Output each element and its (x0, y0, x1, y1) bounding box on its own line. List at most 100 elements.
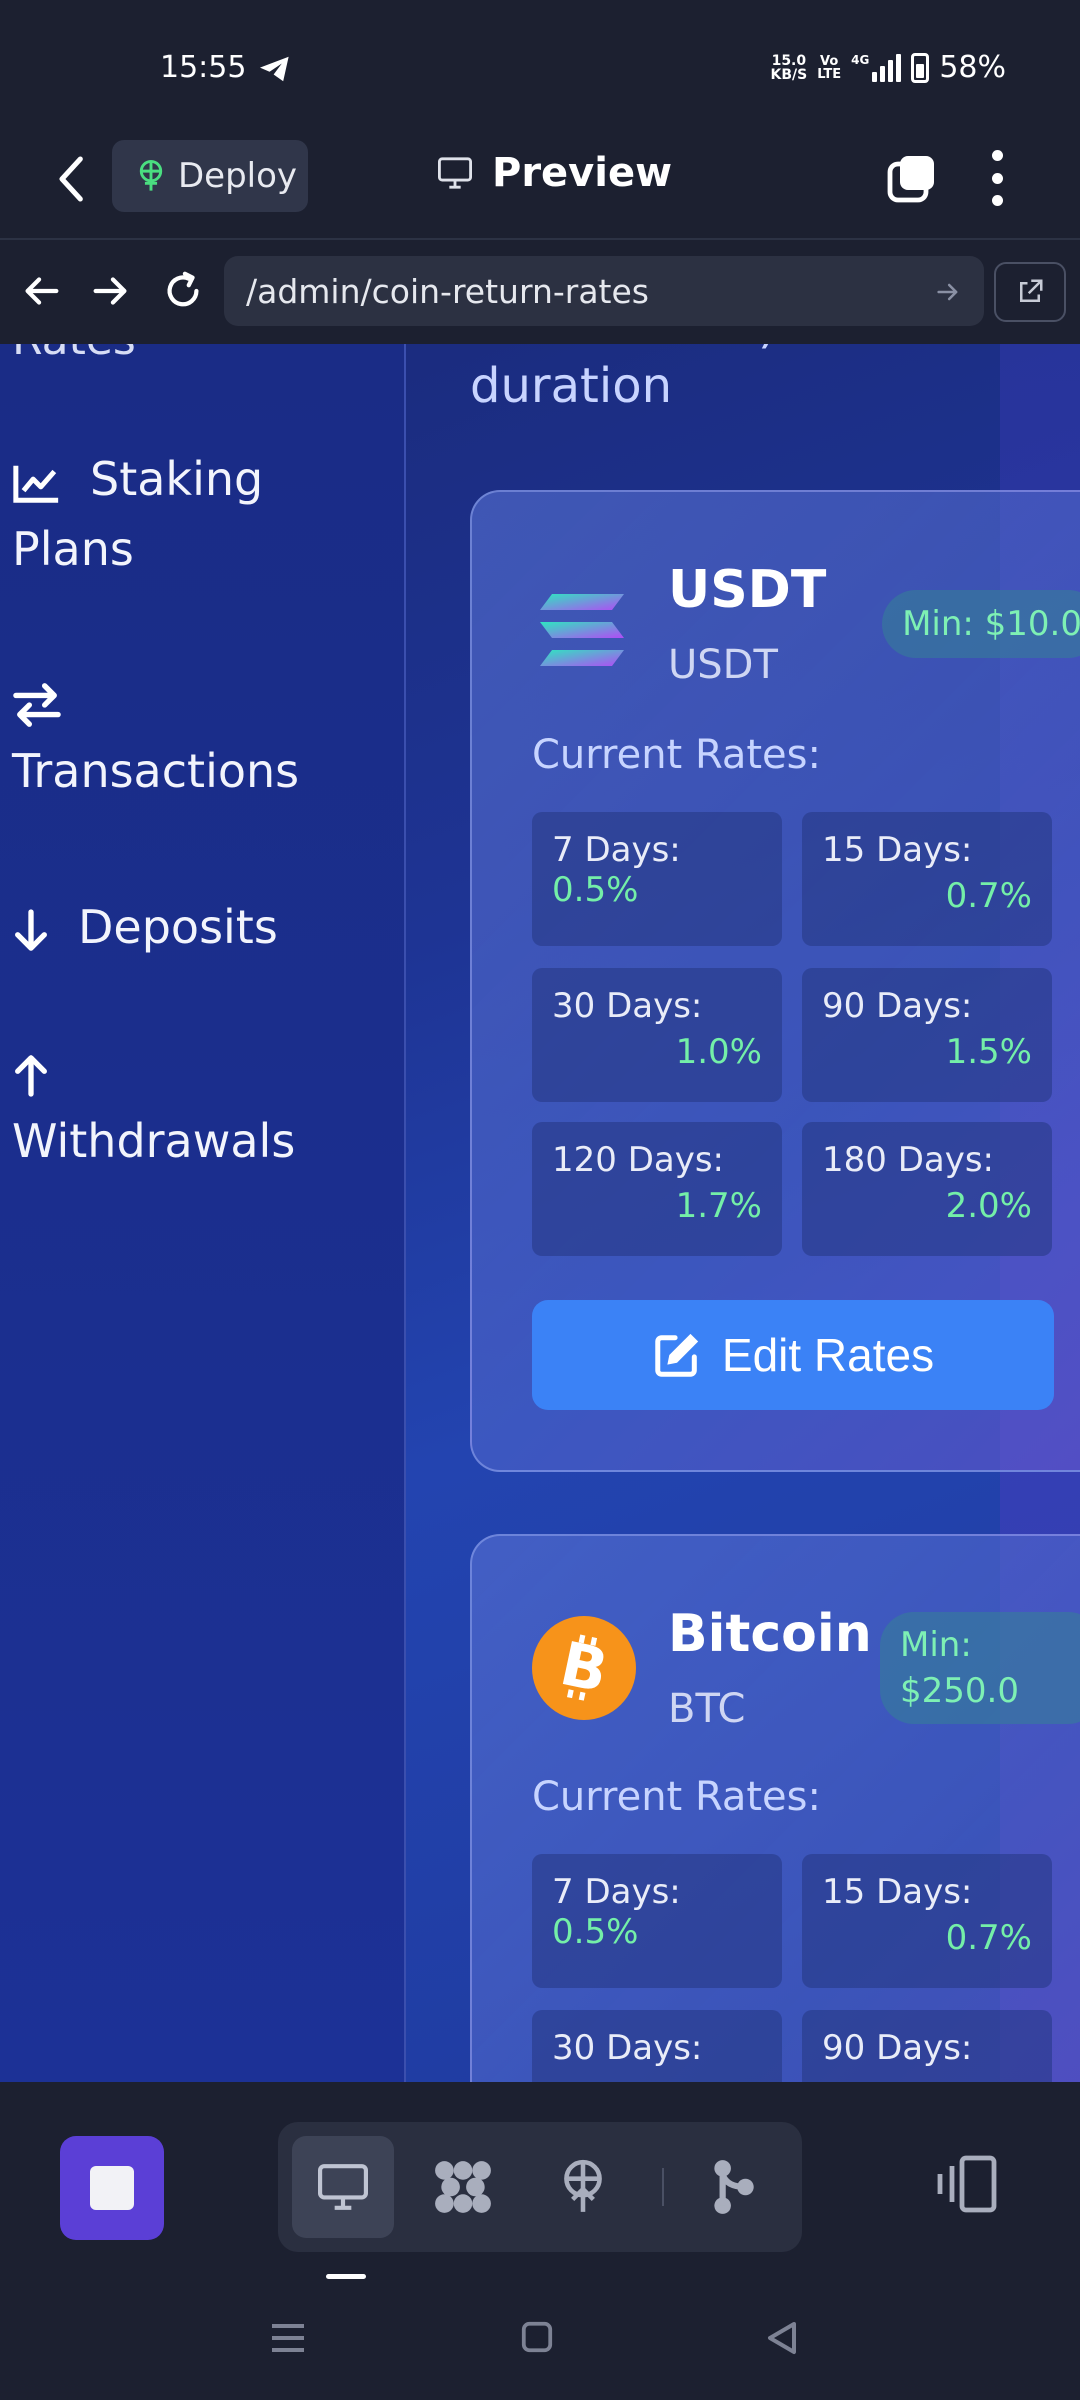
browser-forward-icon[interactable] (88, 268, 134, 314)
network-speed-unit: KB/S (770, 66, 808, 83)
coin-name: Bitcoin (668, 1604, 872, 1664)
rate-box-180-days: 180 Days: 2.0% (802, 1122, 1052, 1256)
rates-heading: Current Rates: (532, 1774, 821, 1820)
rate-value: 1.5% (945, 1032, 1032, 1072)
rate-label: 120 Days: (552, 1140, 725, 1180)
page-title-text: Preview (492, 150, 673, 196)
url-input[interactable]: /admin/coin-return-rates (224, 256, 984, 326)
active-tab-indicator (326, 2274, 366, 2279)
sidebar-item-deposits[interactable]: Deposits (12, 892, 278, 962)
sidebar-item-label: Staking (90, 452, 264, 506)
go-arrow-icon[interactable] (934, 278, 962, 306)
monitor-icon (438, 157, 472, 189)
rate-box-120-days: 120 Days: 1.7% (532, 1122, 782, 1256)
rate-label: 7 Days: (552, 1872, 681, 1912)
stop-button[interactable] (60, 2136, 164, 2240)
rate-label: 30 Days: (552, 986, 703, 1026)
rate-value: 2.0% (945, 1186, 1032, 1226)
main-content: ) duration USDT USDT Min: $10.0 (408, 344, 1080, 2082)
open-external-button[interactable] (994, 262, 1066, 322)
deploy-icon (564, 2159, 602, 2212)
admin-sidebar: Rates Staking Plans Transactions Deposi (0, 344, 406, 2082)
rate-label: 7 Days: (552, 830, 681, 870)
tabs-icon[interactable] (886, 152, 938, 204)
intro-text: duration (470, 358, 672, 414)
toolbar-divider (662, 2168, 664, 2206)
rates-heading: Current Rates: (532, 732, 821, 778)
sidebar-item-staking-plans[interactable]: Staking Plans (12, 444, 263, 584)
rate-box-7-days: 7 Days: 0.5% (532, 1854, 782, 1988)
volte-icon: Vo LTE (817, 55, 841, 81)
min-value: $250.0 (900, 1671, 1019, 1711)
bitcoin-logo-icon: B (532, 1616, 636, 1720)
stop-icon (90, 2166, 134, 2210)
status-bar: 15:55 15.0 KB/S Vo LTE 4G 58% (0, 0, 1080, 120)
rate-label: 90 Days: (822, 2028, 973, 2068)
git-mode-button[interactable] (682, 2136, 784, 2238)
network-type: 4G (851, 52, 870, 67)
coin-card-bitcoin: B Bitcoin BTC Min: $250.0 Current Rates:… (470, 1534, 1080, 2082)
edit-rates-button[interactable]: Edit Rates (532, 1300, 1054, 1410)
monitor-icon (318, 2164, 368, 2210)
back-icon[interactable] (52, 154, 92, 204)
more-options-icon[interactable] (990, 150, 1004, 206)
network-speed: 15.0 KB/S (771, 54, 808, 82)
url-bar: /admin/coin-return-rates (0, 242, 1080, 344)
status-time: 15:55 (160, 50, 247, 85)
sidebar-item-transactions[interactable]: Transactions (12, 666, 299, 806)
preview-mode-button[interactable] (292, 2136, 394, 2238)
recents-icon[interactable] (268, 2320, 308, 2356)
rate-label: 15 Days: (822, 1872, 973, 1912)
sidebar-item-label: Deposits (78, 900, 278, 954)
deploy-icon (139, 159, 163, 191)
rate-value: 0.5% (552, 870, 639, 910)
layout-toggle-icon[interactable] (934, 2154, 1002, 2214)
rate-label: 15 Days: (822, 830, 973, 870)
deploy-mode-button[interactable] (532, 2136, 634, 2238)
usdt-logo-icon (540, 594, 624, 666)
deploy-button[interactable]: Deploy (112, 140, 308, 212)
git-branch-icon (714, 2160, 754, 2214)
min-amount-badge: Min: $10.0 (882, 590, 1080, 658)
network-speed-value: 15.0 (771, 52, 807, 69)
signal-icon: 4G (851, 52, 902, 82)
telegram-icon (260, 56, 289, 82)
browser-back-icon[interactable] (18, 268, 64, 314)
arrow-down-icon (15, 908, 47, 951)
rate-label: 90 Days: (822, 986, 973, 1026)
edit-icon (655, 1333, 699, 1377)
edit-rates-label: Edit Rates (721, 1329, 935, 1381)
system-back-icon[interactable] (764, 2320, 800, 2356)
sidebar-item-label-line2: Plans (12, 522, 134, 576)
arrow-up-icon (15, 1054, 47, 1097)
rate-box-15-days: 15 Days: 0.7% (802, 812, 1052, 946)
rate-box-30-days: 30 Days: 1.0% (532, 968, 782, 1102)
rate-value: 1.7% (675, 1186, 762, 1226)
swap-arrows-icon (13, 682, 61, 727)
rate-value: 0.7% (945, 1918, 1032, 1958)
coin-symbol: BTC (668, 1686, 746, 1732)
chart-line-icon (13, 465, 59, 503)
deploy-label: Deploy (178, 156, 298, 196)
url-text: /admin/coin-return-rates (246, 271, 649, 311)
workflow-mode-button[interactable] (412, 2136, 514, 2238)
min-label: Min: (900, 1625, 972, 1665)
volte-top: Vo (820, 53, 839, 69)
rate-label: 180 Days: (822, 1140, 995, 1180)
sidebar-item-label: Transactions (12, 744, 300, 798)
rate-box-90-days: 90 Days: 1.5% (802, 968, 1052, 1102)
coin-symbol: USDT (668, 642, 778, 688)
rate-box-30-days: 30 Days: (532, 2010, 782, 2082)
sidebar-item-withdrawals[interactable]: Withdrawals (12, 1036, 295, 1176)
rate-value: 1.0% (675, 1032, 762, 1072)
sidebar-item-partial[interactable]: Rates (12, 344, 136, 365)
web-content: Rates Staking Plans Transactions Deposi (0, 344, 1080, 2082)
rate-value: 0.5% (552, 1912, 639, 1952)
system-navigation-bar (0, 2280, 1080, 2400)
view-mode-group (278, 2122, 802, 2252)
reload-icon[interactable] (160, 268, 206, 314)
external-link-icon (1020, 279, 1043, 302)
home-icon[interactable] (520, 2320, 554, 2354)
rate-box-7-days: 7 Days: 0.5% (532, 812, 782, 946)
page-title: Preview (436, 150, 672, 196)
